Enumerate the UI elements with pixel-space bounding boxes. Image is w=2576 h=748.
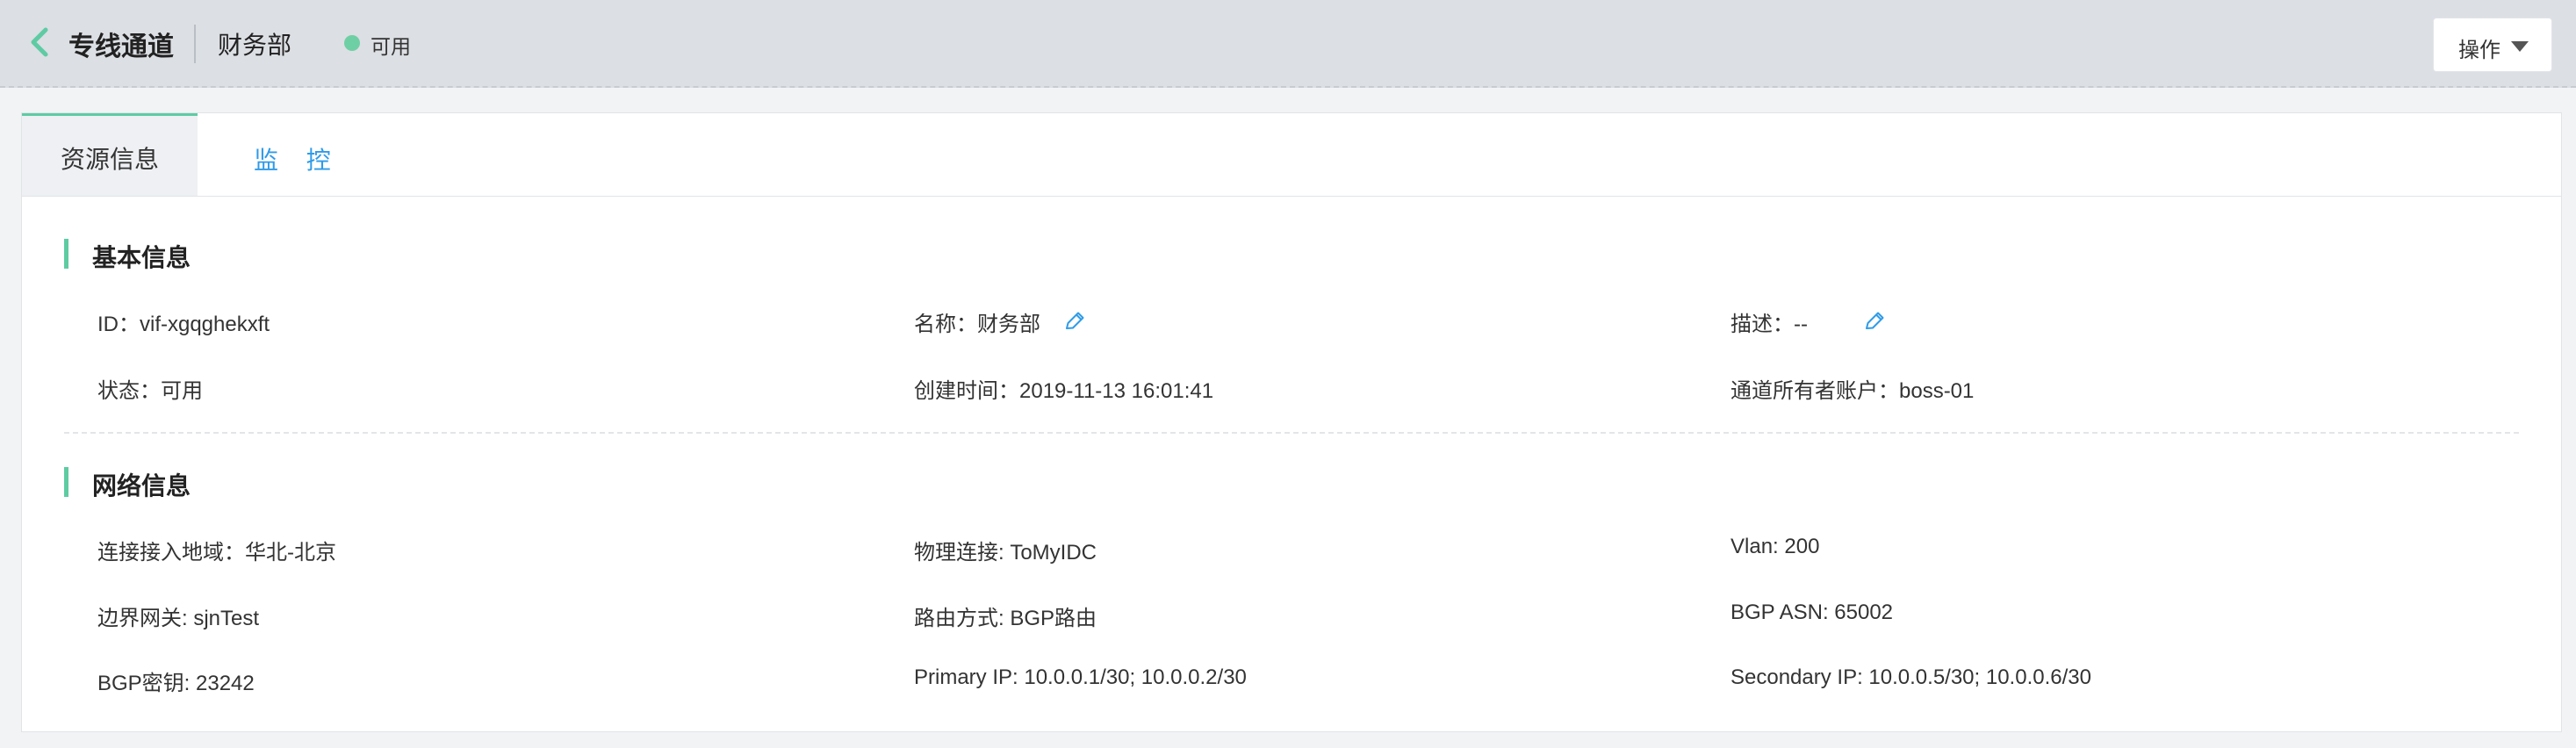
field-routing-mode: 路由方式: BGP路由 bbox=[914, 607, 1097, 630]
field-primary-ip: Primary IP: 10.0.0.1/30; 10.0.0.2/30 bbox=[914, 665, 1247, 689]
field-created-time: 创建时间：2019-11-13 16:01:41 bbox=[914, 379, 1214, 403]
field-vlan: Vlan: 200 bbox=[1731, 535, 1820, 558]
field-name: 名称：财务部 bbox=[914, 313, 1040, 336]
tab-monitor[interactable]: 监 控 bbox=[254, 141, 342, 176]
field-description: 描述：-- bbox=[1731, 313, 1808, 336]
section-accent-bar bbox=[64, 239, 68, 269]
field-bgp-asn: BGP ASN: 65002 bbox=[1731, 601, 1894, 624]
field-bgp-key: BGP密钥: 23242 bbox=[97, 672, 255, 695]
section-title-network: 网络信息 bbox=[92, 472, 191, 500]
actions-label: 操作 bbox=[2458, 39, 2500, 62]
pencil-icon[interactable] bbox=[1863, 310, 1886, 333]
field-physical-connection: 物理连接: ToMyIDC bbox=[914, 541, 1097, 565]
status-text: 可用 bbox=[371, 35, 411, 58]
detail-panel: 资源信息 监 控 基本信息 ID：vif-xgqghekxft 名称：财务部 描… bbox=[21, 112, 2562, 732]
resource-name: 财务部 bbox=[218, 32, 292, 59]
header-divider bbox=[194, 25, 196, 63]
field-status: 状态：可用 bbox=[97, 379, 203, 403]
actions-dropdown-button[interactable]: 操作 bbox=[2433, 18, 2552, 72]
pencil-icon[interactable] bbox=[1063, 310, 1086, 333]
chevron-left-icon[interactable] bbox=[26, 26, 53, 58]
section-title-basic: 基本信息 bbox=[92, 244, 191, 271]
field-id: ID：vif-xgqghekxft bbox=[97, 313, 270, 336]
caret-down-icon bbox=[2511, 41, 2529, 52]
tab-bar: 资源信息 监 控 bbox=[22, 113, 2561, 197]
field-secondary-ip: Secondary IP: 10.0.0.5/30; 10.0.0.6/30 bbox=[1731, 665, 2091, 689]
tab-label: 资源信息 bbox=[61, 146, 160, 173]
page-title: 专线通道 bbox=[68, 32, 174, 61]
field-border-gateway: 边界网关: sjnTest bbox=[97, 607, 260, 630]
section-divider bbox=[64, 432, 2519, 434]
page-header: 专线通道 财务部 可用 操作 bbox=[0, 0, 2576, 88]
section-accent-bar bbox=[64, 467, 68, 497]
tab-resource-info[interactable]: 资源信息 bbox=[22, 113, 198, 196]
status-dot-icon bbox=[344, 35, 360, 51]
field-region: 连接接入地域：华北-北京 bbox=[97, 541, 336, 565]
field-owner-account: 通道所有者账户：boss-01 bbox=[1731, 379, 1975, 403]
